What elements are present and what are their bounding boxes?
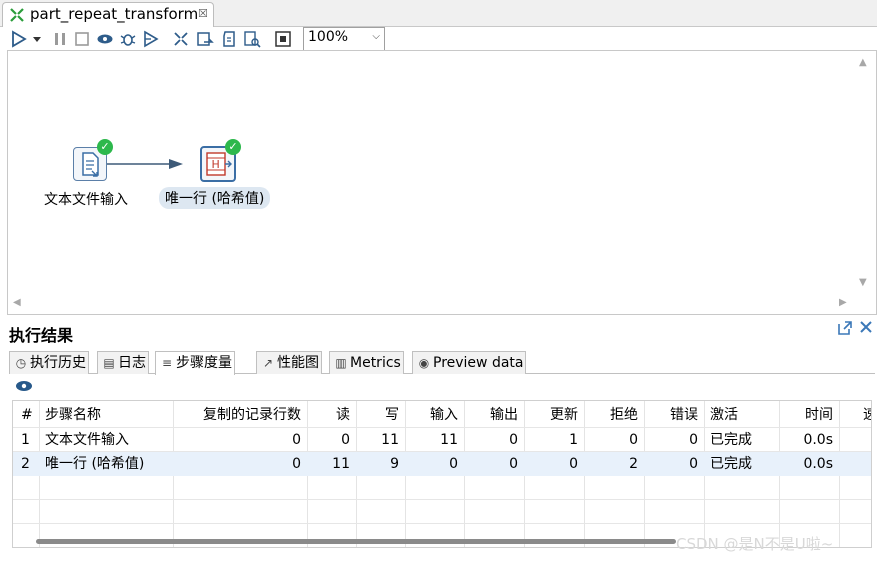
col-header[interactable]: 时间 — [779, 403, 833, 427]
hop-arrow[interactable] — [107, 157, 185, 171]
col-header[interactable]: 激活 — [710, 403, 738, 427]
col-header[interactable]: 速 — [863, 403, 871, 427]
tab-preview-data[interactable]: ◉ Preview data — [412, 351, 527, 374]
eye-icon: ◉ — [418, 356, 430, 370]
grid-icon[interactable] — [274, 30, 292, 48]
step-label: 唯一行 (哈希值) — [159, 187, 271, 209]
log-icon: ▤ — [103, 356, 115, 370]
scroll-right-icon[interactable]: ▶ — [839, 297, 847, 308]
watermark: CSDN @是N不是U啦~ — [676, 535, 834, 553]
col-header[interactable]: 更新 — [524, 403, 578, 427]
close-icon[interactable] — [858, 319, 874, 335]
transformation-canvas[interactable]: ▲ ▼ ◀ ▶ ✓ 文本文件输入 H ✓ 唯一行 (哈希值) — [7, 50, 877, 315]
col-header[interactable]: 读 — [307, 403, 350, 427]
col-header[interactable]: 步骤名称 — [45, 403, 101, 427]
col-header[interactable]: 错误 — [644, 403, 698, 427]
svg-text:H: H — [212, 158, 220, 171]
numbered-list-icon: ≡ — [161, 356, 173, 370]
col-header[interactable]: 复制的记录行数 — [173, 403, 301, 427]
tab-execution-history[interactable]: ◷ 执行历史 — [9, 351, 89, 374]
clock-icon: ◷ — [15, 356, 27, 370]
success-check-icon: ✓ — [225, 139, 241, 155]
results-tab-bar: ◷ 执行历史 ▤ 日志 ≡ 步骤度量 ↗ 性能图 ▥ Metrics ◉ Preview d… — [9, 349, 875, 375]
zoom-select[interactable]: 100% ⌵ — [303, 27, 385, 51]
maximize-icon[interactable] — [837, 320, 853, 336]
metrics-icon: ▥ — [335, 356, 347, 370]
col-header[interactable]: 拒绝 — [584, 403, 638, 427]
verify-icon[interactable] — [172, 30, 190, 48]
close-tab-icon[interactable]: ☒ — [198, 7, 208, 20]
tab-step-metrics[interactable]: ≡ 步骤度量 — [155, 351, 235, 375]
transformation-icon — [10, 8, 24, 22]
scroll-left-icon[interactable]: ◀ — [13, 297, 21, 308]
stop-icon[interactable] — [73, 30, 91, 48]
col-header[interactable]: 输入 — [405, 403, 458, 427]
impact-icon[interactable] — [196, 30, 214, 48]
debug-icon[interactable] — [119, 30, 137, 48]
results-title: 执行结果 — [9, 326, 74, 345]
tab-performance-graph[interactable]: ↗ 性能图 — [256, 351, 322, 374]
tab-log[interactable]: ▤ 日志 — [97, 351, 149, 374]
explore-db-icon[interactable] — [243, 30, 261, 48]
editor-tab-strip: part_repeat_transform ☒ — [0, 0, 877, 27]
success-check-icon: ✓ — [97, 139, 113, 155]
col-header[interactable]: # — [21, 403, 33, 427]
col-header[interactable]: 写 — [356, 403, 399, 427]
chart-line-icon: ↗ — [262, 356, 274, 370]
chevron-down-icon: ⌵ — [372, 31, 380, 42]
pause-icon[interactable] — [51, 30, 69, 48]
horizontal-scrollbar[interactable] — [36, 539, 676, 544]
preview-eye-icon[interactable] — [96, 30, 114, 48]
run-dropdown-icon[interactable] — [31, 30, 43, 48]
zoom-value: 100% — [308, 29, 349, 45]
sql-icon[interactable] — [220, 30, 238, 48]
step-metrics-table: ⌃ # 步骤名称 复制的记录行数 读 写 输入 输出 更新 拒绝 错误 激活 时… — [12, 400, 872, 548]
toolbar — [0, 27, 877, 51]
editor-tab[interactable]: part_repeat_transform ☒ — [2, 2, 214, 27]
tab-metrics[interactable]: ▥ Metrics — [329, 351, 404, 374]
eye-icon[interactable] — [15, 379, 33, 393]
scroll-down-icon[interactable]: ▼ — [859, 277, 867, 288]
col-header[interactable]: 输出 — [464, 403, 518, 427]
step-label: 文本文件输入 — [44, 192, 128, 208]
replay-icon[interactable] — [142, 30, 160, 48]
run-icon[interactable] — [10, 30, 28, 48]
editor-tab-title: part_repeat_transform — [30, 5, 199, 23]
scroll-up-icon[interactable]: ▲ — [859, 57, 867, 68]
